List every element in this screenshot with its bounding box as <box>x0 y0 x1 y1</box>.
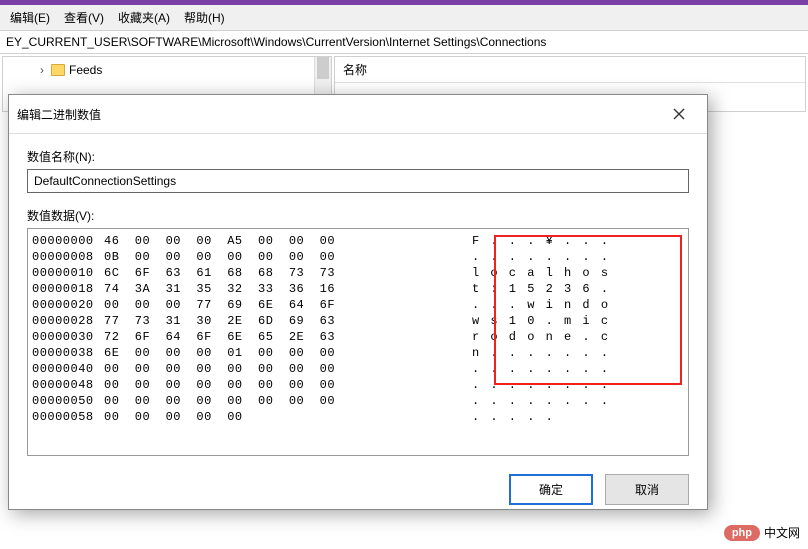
hex-row[interactable]: 0000003072 6F 64 6F 6E 65 2E 63r o d o n… <box>32 329 684 345</box>
ok-button[interactable]: 确定 <box>509 474 593 505</box>
hex-row[interactable]: 0000004000 00 00 00 00 00 00 00. . . . .… <box>32 361 684 377</box>
close-button[interactable] <box>659 101 699 127</box>
close-icon <box>673 108 685 120</box>
hex-bytes[interactable]: 00 00 00 00 00 00 00 00 <box>104 361 472 377</box>
menubar: 编辑(E) 查看(V) 收藏夹(A) 帮助(H) <box>0 5 808 31</box>
hex-offset: 00000038 <box>32 345 104 361</box>
hex-bytes[interactable]: 00 00 00 00 00 00 00 00 <box>104 377 472 393</box>
hex-row[interactable]: 0000002877 73 31 30 2E 6D 69 63w s 1 0 .… <box>32 313 684 329</box>
hex-row[interactable]: 000000080B 00 00 00 00 00 00 00. . . . .… <box>32 249 684 265</box>
hex-offset: 00000020 <box>32 297 104 313</box>
menu-view[interactable]: 查看(V) <box>58 7 110 28</box>
hex-row[interactable]: 0000005800 00 00 00 00. . . . . <box>32 409 684 425</box>
hex-editor[interactable]: 0000000046 00 00 00 A5 00 00 00F . . . ¥… <box>27 228 689 456</box>
hex-ascii: w s 1 0 . m i c <box>472 313 684 329</box>
hex-ascii: F . . . ¥ . . . <box>472 233 684 249</box>
hex-offset: 00000018 <box>32 281 104 297</box>
dialog-title: 编辑二进制数值 <box>17 106 659 123</box>
menu-help[interactable]: 帮助(H) <box>178 7 231 28</box>
hex-bytes[interactable]: 00 00 00 00 00 00 00 00 <box>104 393 472 409</box>
hex-ascii: n . . . . . . . <box>472 345 684 361</box>
hex-bytes[interactable]: 6E 00 00 00 01 00 00 00 <box>104 345 472 361</box>
hex-ascii: t : 1 5 2 3 6 . <box>472 281 684 297</box>
hex-bytes[interactable]: 6C 6F 63 61 68 68 73 73 <box>104 265 472 281</box>
hex-ascii: r o d o n e . c <box>472 329 684 345</box>
php-pill: php <box>724 525 760 541</box>
address-bar[interactable]: EY_CURRENT_USER\SOFTWARE\Microsoft\Windo… <box>0 31 808 54</box>
hex-offset: 00000048 <box>32 377 104 393</box>
scrollbar-thumb[interactable] <box>317 57 329 79</box>
value-name-label: 数值名称(N): <box>27 148 689 165</box>
hex-ascii: . . . . . . . . <box>472 361 684 377</box>
hex-offset: 00000040 <box>32 361 104 377</box>
php-badge: php 中文网 <box>724 524 800 541</box>
hex-bytes[interactable]: 72 6F 64 6F 6E 65 2E 63 <box>104 329 472 345</box>
hex-offset: 00000030 <box>32 329 104 345</box>
hex-ascii: . . . . . . . . <box>472 249 684 265</box>
hex-ascii: . . . . . <box>472 409 684 425</box>
hex-row[interactable]: 0000000046 00 00 00 A5 00 00 00F . . . ¥… <box>32 233 684 249</box>
menu-edit[interactable]: 编辑(E) <box>4 7 56 28</box>
dialog-buttons: 确定 取消 <box>9 464 707 519</box>
column-header-name[interactable]: 名称 <box>335 57 805 83</box>
folder-icon <box>51 64 65 76</box>
hex-bytes[interactable]: 0B 00 00 00 00 00 00 00 <box>104 249 472 265</box>
hex-offset: 00000058 <box>32 409 104 425</box>
hex-offset: 00000028 <box>32 313 104 329</box>
hex-offset: 00000000 <box>32 233 104 249</box>
hex-ascii: . . . w i n d o <box>472 297 684 313</box>
hex-row[interactable]: 0000005000 00 00 00 00 00 00 00. . . . .… <box>32 393 684 409</box>
cancel-button[interactable]: 取消 <box>605 474 689 505</box>
hex-offset: 00000050 <box>32 393 104 409</box>
hex-row[interactable]: 000000386E 00 00 00 01 00 00 00n . . . .… <box>32 345 684 361</box>
hex-row[interactable]: 0000004800 00 00 00 00 00 00 00. . . . .… <box>32 377 684 393</box>
hex-rows: 0000000046 00 00 00 A5 00 00 00F . . . ¥… <box>32 233 684 425</box>
hex-ascii: . . . . . . . . <box>472 393 684 409</box>
hex-row[interactable]: 0000001874 3A 31 35 32 33 36 16t : 1 5 2… <box>32 281 684 297</box>
value-data-label: 数值数据(V): <box>27 207 689 224</box>
hex-row[interactable]: 000000106C 6F 63 61 68 68 73 73l o c a l… <box>32 265 684 281</box>
dialog-body: 数值名称(N): 数值数据(V): 0000000046 00 00 00 A5… <box>9 134 707 464</box>
value-name-input[interactable] <box>27 169 689 193</box>
dialog-titlebar: 编辑二进制数值 <box>9 95 707 134</box>
hex-bytes[interactable]: 77 73 31 30 2E 6D 69 63 <box>104 313 472 329</box>
chevron-right-icon[interactable]: › <box>37 63 47 77</box>
menu-favorites[interactable]: 收藏夹(A) <box>112 7 176 28</box>
hex-bytes[interactable]: 00 00 00 77 69 6E 64 6F <box>104 297 472 313</box>
hex-offset: 00000010 <box>32 265 104 281</box>
hex-bytes[interactable]: 00 00 00 00 00 <box>104 409 472 425</box>
edit-binary-dialog: 编辑二进制数值 数值名称(N): 数值数据(V): 0000000046 00 … <box>8 94 708 510</box>
tree-item-label: Feeds <box>69 63 102 77</box>
hex-row[interactable]: 0000002000 00 00 77 69 6E 64 6F. . . w i… <box>32 297 684 313</box>
hex-ascii: . . . . . . . . <box>472 377 684 393</box>
hex-ascii: l o c a l h o s <box>472 265 684 281</box>
hex-bytes[interactable]: 74 3A 31 35 32 33 36 16 <box>104 281 472 297</box>
tree-item-feeds[interactable]: › Feeds <box>7 61 327 79</box>
hex-bytes[interactable]: 46 00 00 00 A5 00 00 00 <box>104 233 472 249</box>
php-text: 中文网 <box>764 524 800 541</box>
hex-offset: 00000008 <box>32 249 104 265</box>
